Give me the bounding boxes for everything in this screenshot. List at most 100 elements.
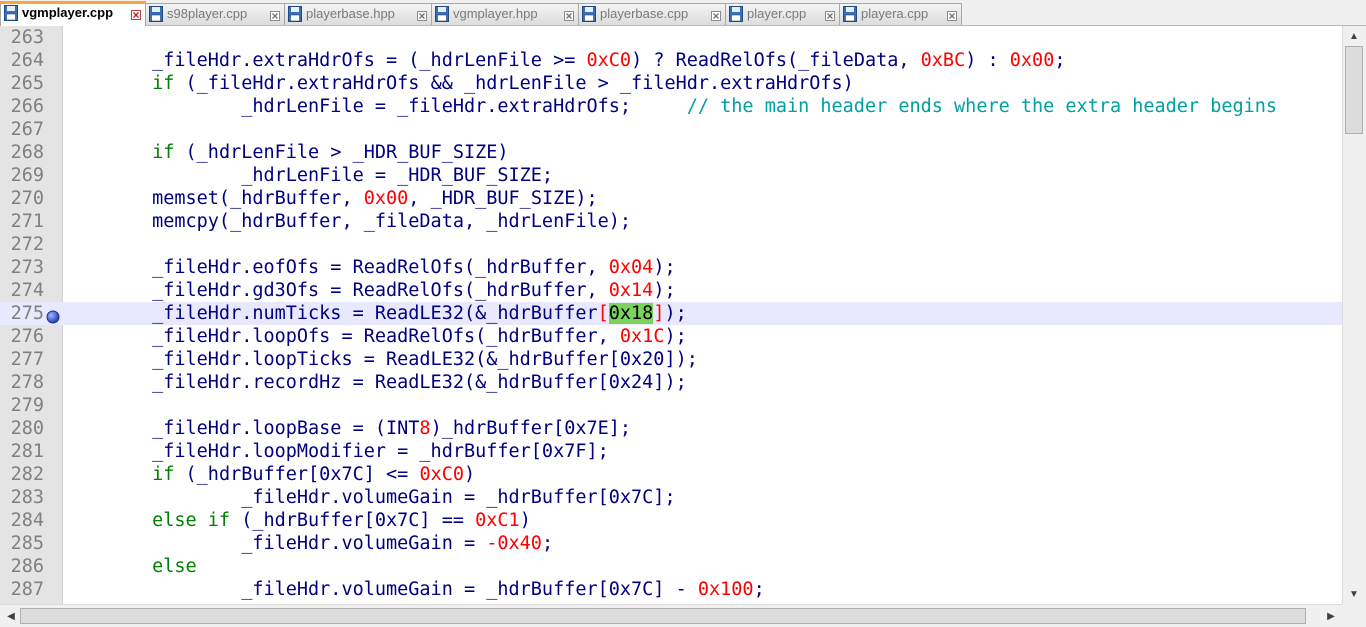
code-line[interactable]: 264 _fileHdr.extraHdrOfs = (_hdrLenFile …	[0, 49, 1342, 72]
arrow-up-icon[interactable]: ▲	[1343, 26, 1365, 46]
code-token: -0x40	[486, 533, 542, 554]
line-number: 284	[10, 510, 44, 531]
close-icon[interactable]	[947, 9, 957, 21]
code-line[interactable]: 266 _hdrLenFile = _fileHdr.extraHdrOfs; …	[0, 95, 1342, 118]
code-token: _hdrLenFile = _fileHdr.extraHdrOfs;	[63, 96, 687, 117]
code-token: _fileHdr.volumeGain = _hdrBuffer[0x7C] -	[63, 579, 698, 600]
code-token: 0x00	[1009, 50, 1055, 71]
code-line[interactable]: 280 _fileHdr.loopBase = (INT8)_hdrBuffer…	[0, 417, 1342, 440]
code-line[interactable]: 272	[0, 233, 1342, 256]
code-token: memcpy(_hdrBuffer, _fileData, _hdrLenFil…	[63, 211, 632, 232]
code-token: 0x1C	[619, 326, 665, 347]
code-line[interactable]: 273 _fileHdr.eofOfs = ReadRelOfs(_hdrBuf…	[0, 256, 1342, 279]
line-number: 273	[10, 257, 44, 278]
code-line[interactable]: 286 else	[0, 555, 1342, 578]
code-text: _fileHdr.extraHdrOfs = (_hdrLenFile >= 0…	[63, 49, 1065, 72]
close-icon[interactable]	[270, 9, 280, 21]
code-line[interactable]: 278 _fileHdr.recordHz = ReadLE32(&_hdrBu…	[0, 371, 1342, 394]
code-line[interactable]: 284 else if (_hdrBuffer[0x7C] == 0xC1)	[0, 509, 1342, 532]
code-line[interactable]: 275 _fileHdr.numTicks = ReadLE32(&_hdrBu…	[0, 302, 1342, 325]
floppy-disk-icon	[149, 6, 163, 22]
close-icon[interactable]	[825, 9, 835, 21]
code-line[interactable]: 271 memcpy(_hdrBuffer, _fileData, _hdrLe…	[0, 210, 1342, 233]
code-token: if	[63, 464, 175, 485]
arrow-down-icon[interactable]: ▼	[1343, 584, 1365, 604]
line-number: 266	[10, 96, 44, 117]
code-token: _fileHdr.loopTicks = ReadLE32(&_hdrBuffe…	[63, 349, 698, 370]
code-token: );	[664, 326, 687, 347]
tab-s98player-cpp[interactable]: s98player.cpp	[145, 3, 285, 25]
code-line[interactable]: 276 _fileHdr.loopOfs = ReadRelOfs(_hdrBu…	[0, 325, 1342, 348]
code-token: _fileHdr.loopModifier = _hdrBuffer[0x7F]…	[63, 441, 609, 462]
line-number: 282	[10, 464, 44, 485]
code-token: _fileHdr.gd3Ofs = ReadRelOfs(_hdrBuffer,	[63, 280, 609, 301]
code-line[interactable]: 270 memset(_hdrBuffer, 0x00, _HDR_BUF_SI…	[0, 187, 1342, 210]
code-token: _hdrLenFile = _HDR_BUF_SIZE;	[63, 165, 554, 186]
code-line[interactable]: 263	[0, 26, 1342, 49]
close-icon[interactable]	[564, 9, 574, 21]
code-text: _hdrLenFile = _HDR_BUF_SIZE;	[63, 164, 553, 187]
code-text: _fileHdr.recordHz = ReadLE32(&_hdrBuffer…	[63, 371, 687, 394]
tab-label: playerbase.cpp	[600, 6, 689, 21]
line-number: 274	[10, 280, 44, 301]
line-number: 267	[10, 119, 44, 140]
code-line[interactable]: 277 _fileHdr.loopTicks = ReadLE32(&_hdrB…	[0, 348, 1342, 371]
tab-vgmplayer-cpp[interactable]: vgmplayer.cpp	[0, 1, 146, 26]
code-line[interactable]: 279	[0, 394, 1342, 417]
tab-label: s98player.cpp	[167, 6, 248, 21]
code-line[interactable]: 283 _fileHdr.volumeGain = _hdrBuffer[0x7…	[0, 486, 1342, 509]
tab-player-cpp[interactable]: player.cpp	[725, 3, 840, 25]
code-line[interactable]: 274 _fileHdr.gd3Ofs = ReadRelOfs(_hdrBuf…	[0, 279, 1342, 302]
arrow-right-icon[interactable]: ▶	[1320, 606, 1342, 626]
code-editor[interactable]: 263 264 _fileHdr.extraHdrOfs = (_hdrLenFi…	[0, 26, 1342, 604]
code-text: _fileHdr.volumeGain = -0x40;	[63, 532, 553, 555]
horizontal-scroll-thumb[interactable]	[20, 608, 1306, 624]
close-icon[interactable]	[417, 9, 427, 21]
code-line[interactable]: 281 _fileHdr.loopModifier = _hdrBuffer[0…	[0, 440, 1342, 463]
code-token: (_hdrBuffer[0x7C] <=	[174, 464, 420, 485]
code-token: )	[519, 510, 531, 531]
horizontal-scrollbar[interactable]: ◀ ▶	[0, 604, 1342, 627]
tab-playerbase-hpp[interactable]: playerbase.hpp	[284, 3, 432, 25]
code-text: else if (_hdrBuffer[0x7C] == 0xC1)	[63, 509, 531, 532]
vertical-scroll-thumb[interactable]	[1345, 46, 1363, 134]
code-line[interactable]: 268 if (_hdrLenFile > _HDR_BUF_SIZE)	[0, 141, 1342, 164]
code-token: (_hdrLenFile > _HDR_BUF_SIZE)	[174, 142, 509, 163]
bookmark-icon[interactable]	[46, 307, 60, 324]
code-line[interactable]: 269 _hdrLenFile = _HDR_BUF_SIZE;	[0, 164, 1342, 187]
tab-vgmplayer-hpp[interactable]: vgmplayer.hpp	[431, 3, 579, 25]
tab-label: vgmplayer.cpp	[22, 5, 114, 20]
code-token: );	[653, 280, 676, 301]
close-icon[interactable]	[131, 8, 141, 20]
floppy-disk-icon	[288, 6, 302, 22]
code-token: memset(_hdrBuffer,	[63, 188, 364, 209]
code-token: if	[63, 73, 175, 94]
line-number: 272	[10, 234, 44, 255]
code-token: )	[464, 464, 476, 485]
code-text: if (_hdrBuffer[0x7C] <= 0xC0)	[63, 463, 475, 486]
code-line[interactable]: 282 if (_hdrBuffer[0x7C] <= 0xC0)	[0, 463, 1342, 486]
code-token: 8	[419, 418, 431, 439]
line-number: 269	[10, 165, 44, 186]
arrow-left-icon[interactable]: ◀	[0, 606, 22, 626]
close-icon[interactable]	[711, 9, 721, 21]
vertical-scrollbar[interactable]: ▲ ▼	[1342, 26, 1366, 604]
code-line[interactable]: 267	[0, 118, 1342, 141]
code-token: ) ? ReadRelOfs(_fileData,	[631, 50, 921, 71]
code-line[interactable]: 265 if (_fileHdr.extraHdrOfs && _hdrLenF…	[0, 72, 1342, 95]
code-text: memset(_hdrBuffer, 0x00, _HDR_BUF_SIZE);	[63, 187, 598, 210]
code-line[interactable]: 287 _fileHdr.volumeGain = _hdrBuffer[0x7…	[0, 578, 1342, 601]
code-token: _fileHdr.numTicks = ReadLE32(&_hdrBuffer	[63, 303, 598, 324]
code-token: 0x14	[608, 280, 654, 301]
code-token: _fileHdr.volumeGain = _hdrBuffer[0x7C];	[63, 487, 676, 508]
line-number: 276	[10, 326, 44, 347]
tab-playera-cpp[interactable]: playera.cpp	[839, 3, 962, 25]
tab-playerbase-cpp[interactable]: playerbase.cpp	[578, 3, 726, 25]
code-token: );	[664, 303, 687, 324]
code-text: if (_hdrLenFile > _HDR_BUF_SIZE)	[63, 141, 509, 164]
code-line[interactable]: 285 _fileHdr.volumeGain = -0x40;	[0, 532, 1342, 555]
code-token: (_fileHdr.extraHdrOfs && _hdrLenFile > _…	[174, 73, 854, 94]
code-text: _fileHdr.loopTicks = ReadLE32(&_hdrBuffe…	[63, 348, 698, 371]
code-text: _fileHdr.loopBase = (INT8)_hdrBuffer[0x7…	[63, 417, 631, 440]
code-token: 0xC0	[586, 50, 632, 71]
